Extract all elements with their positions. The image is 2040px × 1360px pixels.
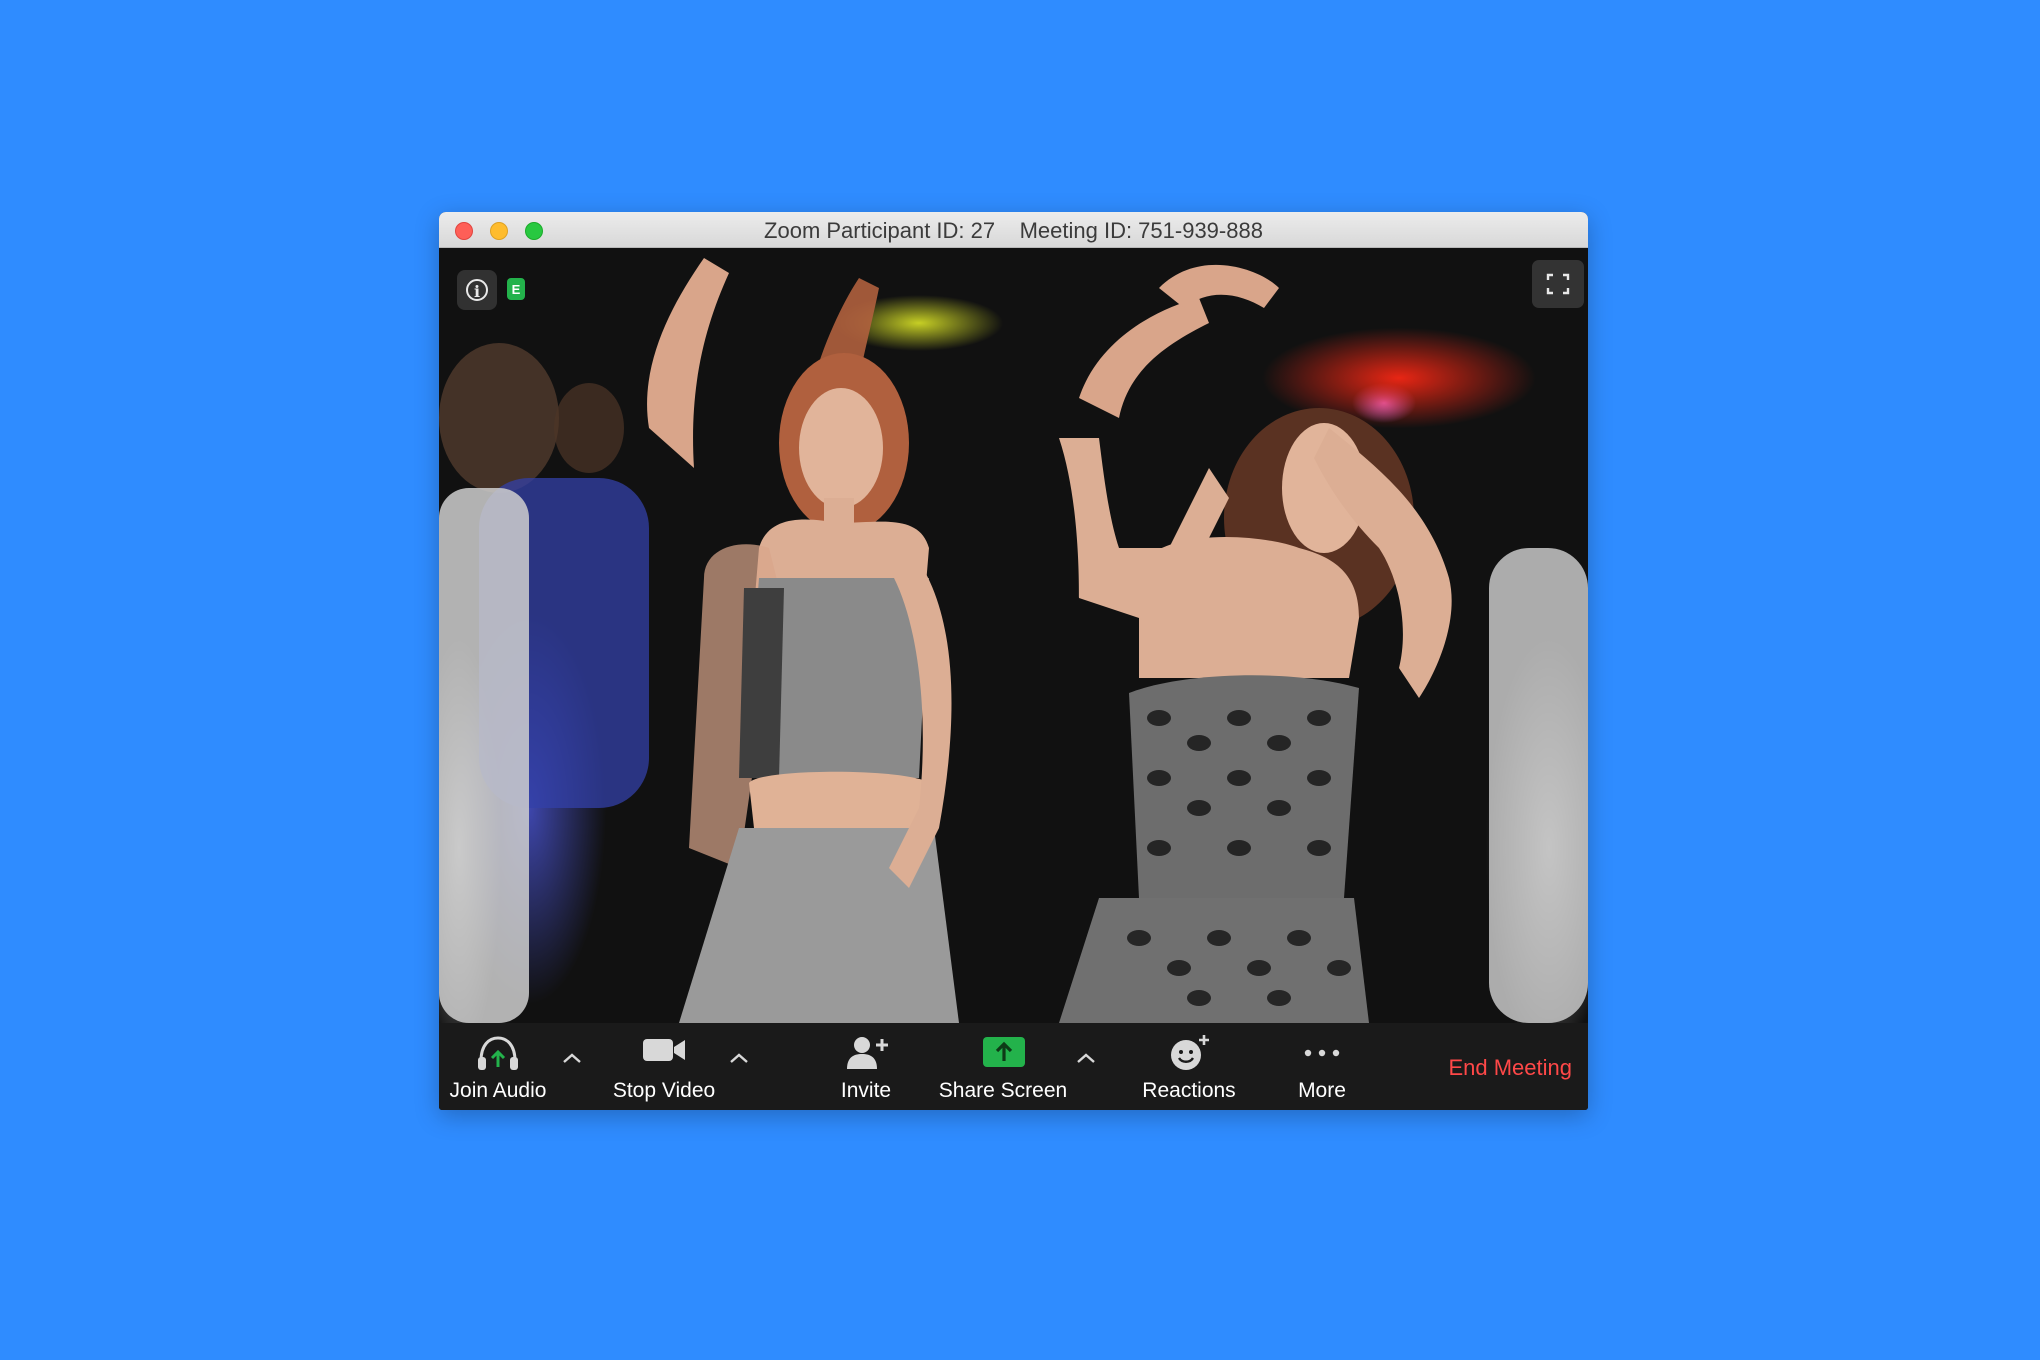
info-icon: i (466, 279, 488, 301)
meeting-toolbar: Join Audio Stop Video Invite Share Scree… (439, 1023, 1588, 1110)
reactions-label: Reactions (1142, 1079, 1236, 1102)
smiley-add-icon (1171, 1035, 1209, 1070)
join-audio-button[interactable]: Join Audio (443, 1023, 553, 1110)
headphones-icon (478, 1036, 518, 1070)
stop-video-button[interactable]: Stop Video (599, 1023, 729, 1110)
end-meeting-button[interactable]: End Meeting (1448, 1055, 1572, 1081)
participant-video: i E (439, 248, 1588, 1023)
zoom-meeting-window: Zoom Participant ID: 27 Meeting ID: 751-… (439, 212, 1588, 1110)
invite-button[interactable]: Invite (811, 1023, 921, 1110)
more-label: More (1298, 1079, 1346, 1102)
share-screen-icon (983, 1037, 1025, 1067)
invite-label: Invite (840, 1079, 892, 1102)
video-options-chevron-up-icon[interactable] (728, 1051, 750, 1065)
fullscreen-button[interactable] (1532, 260, 1584, 308)
share-options-chevron-up-icon[interactable] (1075, 1051, 1097, 1065)
fullscreen-icon (1546, 273, 1570, 295)
add-user-icon (847, 1037, 888, 1069)
audio-options-chevron-up-icon[interactable] (561, 1051, 583, 1065)
share-screen-button[interactable]: Share Screen (923, 1023, 1083, 1110)
stop-video-label: Stop Video (612, 1079, 716, 1102)
share-screen-label: Share Screen (938, 1079, 1068, 1102)
more-dots-icon (1304, 1049, 1340, 1057)
more-button[interactable]: More (1267, 1023, 1377, 1110)
reactions-button[interactable]: Reactions (1119, 1023, 1259, 1110)
meeting-info-button[interactable]: i (457, 270, 497, 310)
title-bar[interactable]: Zoom Participant ID: 27 Meeting ID: 751-… (439, 212, 1588, 248)
video-frame-image (439, 258, 1588, 1023)
video-camera-icon (643, 1039, 685, 1061)
window-title: Zoom Participant ID: 27 Meeting ID: 751-… (764, 218, 1263, 243)
encryption-badge[interactable]: E (507, 278, 525, 300)
join-audio-label: Join Audio (449, 1079, 547, 1102)
